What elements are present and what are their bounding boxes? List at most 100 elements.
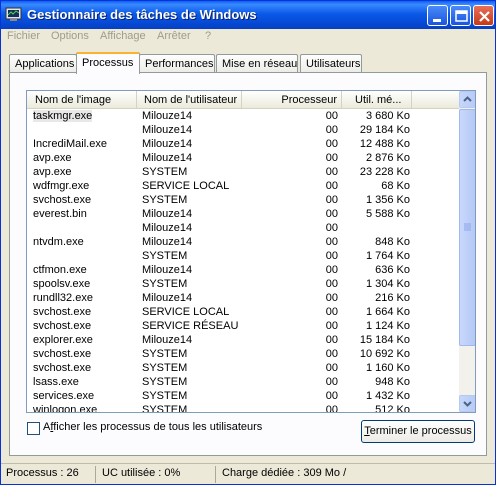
process-user: Milouze14 [142,110,193,122]
list-header: Nom de l'image Nom de l'utilisateur Proc… [27,91,459,109]
process-cpu: 00 [325,250,338,262]
table-row[interactable]: explorer.exe Milouze14 00 15 184 Ko [27,334,459,348]
process-memory: 1 160 Ko [365,362,410,374]
table-row[interactable]: winlogon.exe SYSTEM 00 512 Ko [27,404,459,413]
process-memory: 948 Ko [375,376,410,388]
menu-affichage[interactable]: Affichage [100,30,146,42]
table-row[interactable]: svchost.exe SYSTEM 00 1 356 Ko [27,194,459,208]
process-memory: 12 488 Ko [359,138,410,150]
process-cpu: 00 [325,208,338,220]
process-user: SYSTEM [142,390,188,402]
process-user: SYSTEM [142,166,188,178]
menu-arreter[interactable]: Arrêter [157,30,191,42]
process-user: SYSTEM [142,376,188,388]
table-row[interactable]: ntvdm.exe Milouze14 00 848 Ko [27,236,459,250]
process-name: ntvdm.exe [33,236,84,248]
column-user-name[interactable]: Nom de l'utilisateur [137,91,242,109]
process-name: ctfmon.exe [33,264,87,276]
process-memory: 1 304 Ko [365,278,410,290]
table-row[interactable]: svchost.exe SYSTEM 00 10 692 Ko [27,348,459,362]
menu-help[interactable]: ? [205,30,211,42]
process-memory: 216 Ko [375,292,410,304]
process-user: SYSTEM [142,404,188,413]
scroll-up-button[interactable] [459,91,475,108]
process-cpu: 00 [325,404,338,413]
process-user: SYSTEM [142,348,188,360]
process-cpu: 00 [325,166,338,178]
process-memory: 1 764 Ko [365,250,410,262]
scroll-down-icon [463,401,472,407]
show-all-processes-checkbox[interactable] [27,422,40,435]
process-memory: 1 432 Ko [365,390,410,402]
show-all-processes-label[interactable]: Afficher les processus de tous les utili… [43,421,262,433]
process-user: Milouze14 [142,208,193,220]
table-row[interactable]: ctfmon.exe Milouze14 00 636 Ko [27,264,459,278]
window-title: Gestionnaire des tâches de Windows [27,7,257,22]
table-row[interactable]: taskmgr.exe Milouze14 00 3 680 Ko [27,110,459,124]
end-process-button[interactable]: Terminer le processus [361,420,475,443]
table-row[interactable]: wdfmgr.exe SERVICE LOCAL 00 68 Ko [27,180,459,194]
column-memory[interactable]: Util. mé... [342,91,412,109]
column-image-name[interactable]: Nom de l'image [27,91,137,109]
process-name: lsass.exe [33,376,79,388]
maximize-button[interactable] [450,5,471,26]
table-row[interactable]: IncrediMail.exe Milouze14 00 12 488 Ko [27,138,459,152]
table-row[interactable]: services.exe SYSTEM 00 1 432 Ko [27,390,459,404]
process-name: rundll32.exe [33,292,93,304]
process-memory: 68 Ko [381,180,410,192]
menu-fichier[interactable]: Fichier [7,30,40,42]
title-bar[interactable]: Gestionnaire des tâches de Windows [1,1,495,29]
process-name: spoolsv.exe [33,278,91,290]
process-user: Milouze14 [142,152,193,164]
process-rows: taskmgr.exe Milouze14 00 3 680 Ko Milouze14 0… [27,110,459,413]
process-cpu: 00 [325,180,338,192]
process-user: Milouze14 [142,138,193,150]
tab-processus[interactable]: Processus [76,52,140,74]
table-row[interactable]: lsass.exe SYSTEM 00 948 Ko [27,376,459,390]
process-user: SERVICE LOCAL [142,180,230,192]
process-cpu: 00 [325,334,338,346]
table-row[interactable]: spoolsv.exe SYSTEM 00 1 304 Ko [27,278,459,292]
process-cpu: 00 [325,110,338,122]
tab-performances[interactable]: Performances [139,54,215,73]
process-memory: 29 184 Ko [359,124,410,136]
table-row[interactable]: everest.bin Milouze14 00 5 588 Ko [27,208,459,222]
table-row[interactable]: Milouze14 00 29 184 Ko [27,124,459,138]
vertical-scrollbar[interactable] [459,91,475,412]
column-cpu[interactable]: Processeur [242,91,342,109]
table-row[interactable]: avp.exe Milouze14 00 2 876 Ko [27,152,459,166]
process-cpu: 00 [325,236,338,248]
process-cpu: 00 [325,390,338,402]
menu-bar: Fichier Options Affichage Arrêter ? [1,29,495,48]
table-row[interactable]: Milouze14 00 [27,222,459,236]
process-name: IncrediMail.exe [33,138,107,150]
table-row[interactable]: svchost.exe SYSTEM 00 1 160 Ko [27,362,459,376]
table-row[interactable]: SYSTEM 00 1 764 Ko [27,250,459,264]
process-cpu: 00 [325,194,338,206]
tab-applications[interactable]: Applications [9,54,77,73]
process-user: SERVICE RÉSEAU [142,320,239,332]
tab-mise-en-reseau[interactable]: Mise en réseau [216,54,298,73]
show-all-label-rest: ficher les processus de tous les utilisa… [53,421,263,433]
process-memory: 636 Ko [375,264,410,276]
scroll-down-button[interactable] [459,395,475,412]
scroll-thumb[interactable] [459,109,475,346]
table-row[interactable]: svchost.exe SERVICE LOCAL 00 1 664 Ko [27,306,459,320]
process-cpu: 00 [325,362,338,374]
table-row[interactable]: avp.exe SYSTEM 00 23 228 Ko [27,166,459,180]
minimize-button[interactable] [427,5,448,26]
process-name: svchost.exe [33,194,92,206]
process-user: SYSTEM [142,250,188,262]
maximize-icon [455,10,468,22]
table-row[interactable]: svchost.exe SERVICE RÉSEAU 00 1 124 Ko [27,320,459,334]
process-name: svchost.exe [33,348,92,360]
process-user: Milouze14 [142,222,193,234]
menu-options[interactable]: Options [51,30,89,42]
close-button[interactable] [473,5,494,26]
process-name: everest.bin [33,208,87,220]
table-row[interactable]: rundll32.exe Milouze14 00 216 Ko [27,292,459,306]
process-list[interactable]: Nom de l'image Nom de l'utilisateur Proc… [26,90,476,413]
task-manager-window: Gestionnaire des tâches de Windows Fichi… [0,0,496,485]
tab-utilisateurs[interactable]: Utilisateurs [300,54,362,73]
process-memory: 23 228 Ko [359,166,410,178]
